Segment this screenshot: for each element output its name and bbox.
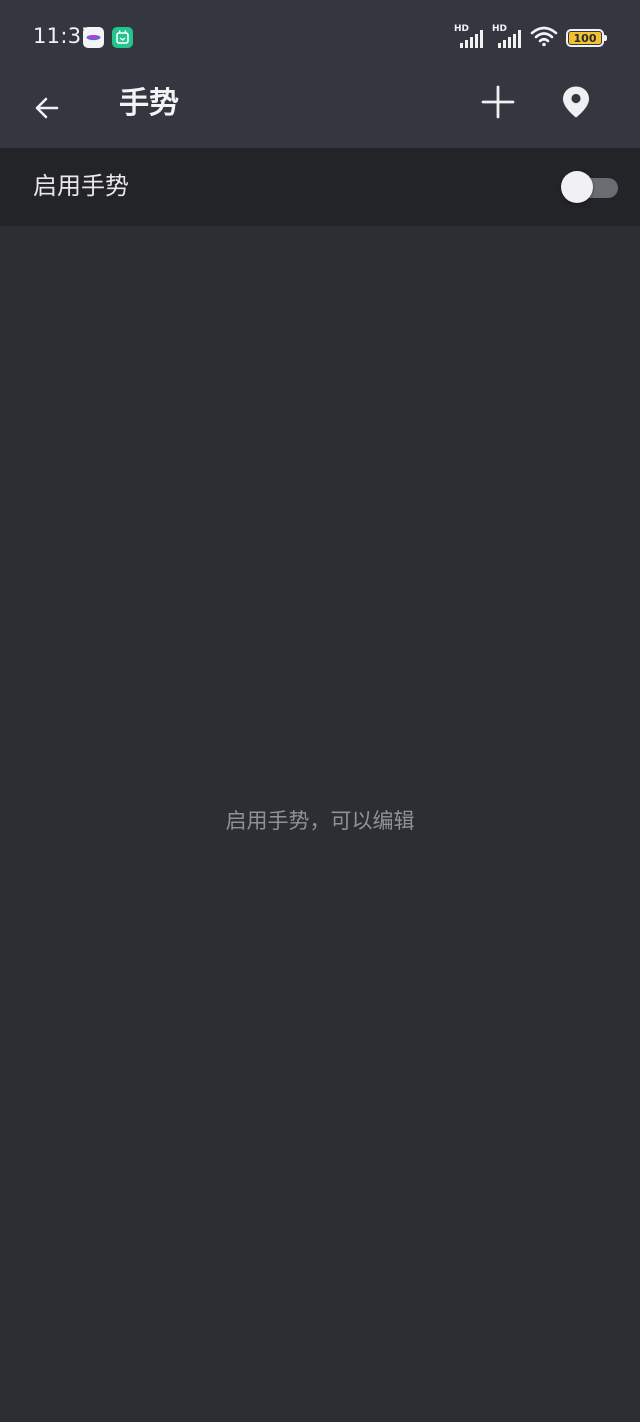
mi-home-icon xyxy=(112,27,133,48)
battery-icon: 100 xyxy=(566,29,607,47)
location-pin-icon xyxy=(561,85,591,123)
gesture-list-area: 启用手势，可以编辑 xyxy=(0,226,640,1422)
enable-gesture-label: 启用手势 xyxy=(33,172,129,200)
back-button[interactable] xyxy=(22,85,72,135)
plus-icon xyxy=(481,85,515,123)
wifi-icon xyxy=(530,25,558,51)
app-notification-icon xyxy=(83,27,104,48)
signal-strength-icon: HD xyxy=(492,24,522,50)
status-indicators: HD HD 100 xyxy=(454,24,607,52)
toggle-knob xyxy=(561,171,593,203)
signal-hd-label: HD xyxy=(454,24,470,34)
enable-gesture-row[interactable]: 启用手势 xyxy=(0,148,640,226)
page-title: 手势 xyxy=(119,86,179,121)
enable-gesture-toggle[interactable] xyxy=(561,171,619,203)
location-button[interactable] xyxy=(551,78,601,130)
app-toolbar: 手势 xyxy=(0,72,640,148)
signal-hd-label: HD xyxy=(492,24,508,34)
signal-strength-icon: HD xyxy=(454,24,484,50)
battery-level: 100 xyxy=(573,31,597,45)
arrow-left-icon xyxy=(33,94,61,126)
add-gesture-button[interactable] xyxy=(472,78,524,130)
status-bar: 11:37 HD HD 100 xyxy=(0,0,640,72)
empty-state-hint: 启用手势，可以编辑 xyxy=(225,809,415,833)
